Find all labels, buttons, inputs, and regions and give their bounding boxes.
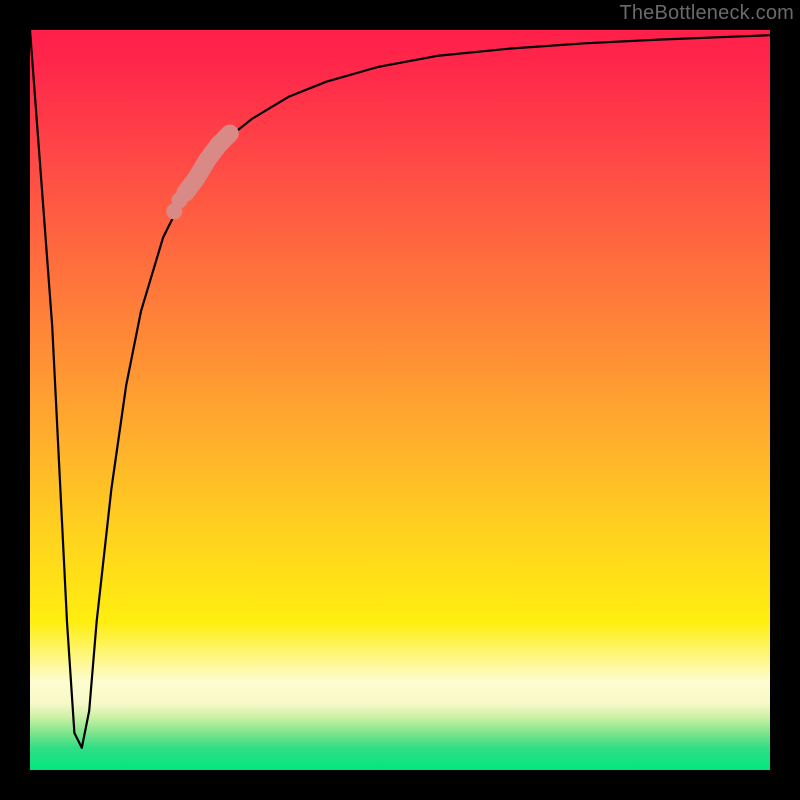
chart-frame: TheBottleneck.com xyxy=(0,0,800,800)
watermark-text: TheBottleneck.com xyxy=(619,2,794,25)
chart-svg xyxy=(30,30,770,770)
plot-area xyxy=(30,30,770,770)
bottleneck-curve xyxy=(30,30,770,748)
highlight-band xyxy=(185,134,229,193)
highlight-dot-lower-2 xyxy=(171,192,187,208)
